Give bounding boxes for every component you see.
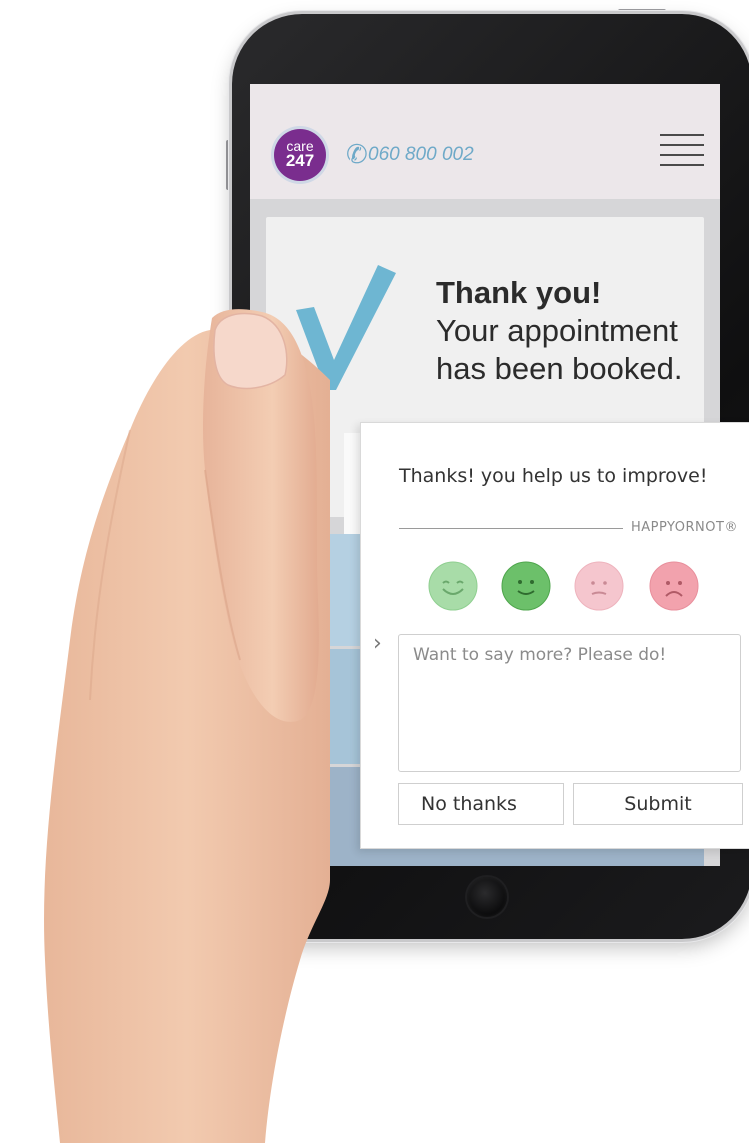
no-thanks-button[interactable]: No thanks xyxy=(398,783,564,825)
feedback-popup: Thanks! you help us to improve! HAPPYORN… xyxy=(360,422,749,849)
unhappy-face-icon xyxy=(574,561,624,611)
divider xyxy=(399,528,623,529)
happy-face-icon xyxy=(501,561,551,611)
happy-smiley-button[interactable] xyxy=(501,561,551,611)
feedback-comment-textarea[interactable]: Want to say more? Please do! xyxy=(398,634,741,772)
very-unhappy-smiley-button[interactable] xyxy=(649,561,699,611)
submit-button[interactable]: Submit xyxy=(573,783,743,825)
very-unhappy-face-icon xyxy=(649,561,699,611)
unhappy-smiley-button[interactable] xyxy=(574,561,624,611)
very-happy-smiley-button[interactable] xyxy=(428,561,478,611)
chevron-right-icon[interactable]: › xyxy=(373,631,382,656)
happyornot-brand: HAPPYORNOT® xyxy=(631,520,738,535)
very-happy-face-icon xyxy=(428,561,478,611)
feedback-title: Thanks! you help us to improve! xyxy=(399,465,708,487)
